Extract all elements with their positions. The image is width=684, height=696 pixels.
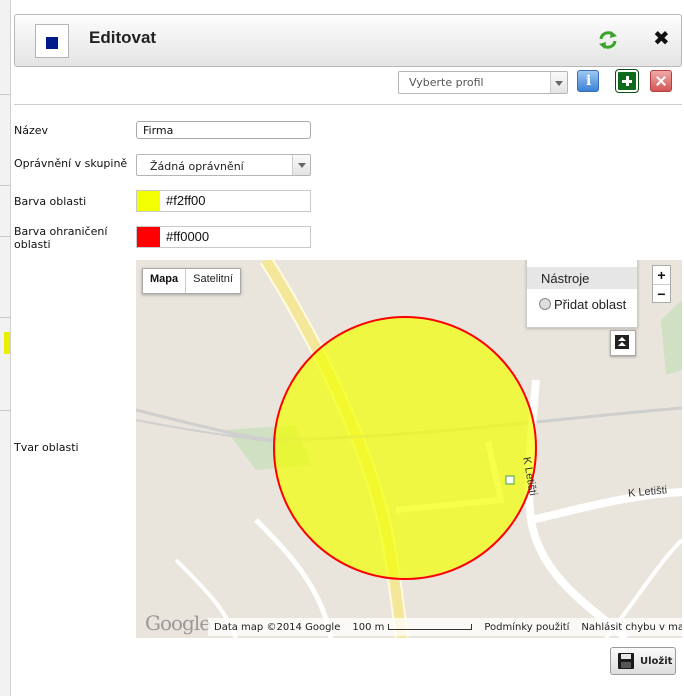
map-attribution-bar: Data map ©2014 Google 100 m Podmínky pou… bbox=[208, 618, 682, 636]
delete-button[interactable] bbox=[650, 70, 672, 92]
close-icon[interactable]: ✖ bbox=[653, 26, 670, 50]
chevron-down-icon bbox=[550, 72, 567, 93]
zoom-out-button[interactable]: − bbox=[653, 284, 670, 303]
collapse-icon bbox=[615, 335, 629, 349]
profile-select[interactable]: Vyberte profil bbox=[398, 71, 568, 94]
map-data-attribution: Data map ©2014 Google bbox=[214, 621, 341, 633]
collapse-panel-button[interactable] bbox=[610, 330, 636, 356]
strip-divider bbox=[0, 236, 10, 237]
permission-label: Oprávnění v skupině bbox=[14, 157, 128, 170]
area-color-swatch[interactable] bbox=[137, 191, 160, 211]
refresh-icon[interactable] bbox=[597, 29, 619, 51]
square-icon bbox=[35, 24, 69, 58]
permission-select[interactable]: Žádná oprávnění bbox=[136, 154, 311, 176]
profile-select-value: Vyberte profil bbox=[409, 76, 484, 89]
strip-highlight bbox=[4, 332, 10, 354]
border-color-value: #ff0000 bbox=[166, 229, 210, 244]
strip-divider bbox=[0, 317, 10, 318]
strip-divider bbox=[0, 185, 10, 186]
name-label: Název bbox=[14, 124, 49, 137]
tools-panel: Nástroje Přidat oblast bbox=[526, 260, 638, 328]
zoom-in-button[interactable]: + bbox=[653, 266, 670, 284]
border-color-field[interactable]: #ff0000 bbox=[136, 226, 311, 248]
permission-select-value: Žádná oprávnění bbox=[150, 160, 244, 173]
toolbar-divider bbox=[14, 104, 682, 105]
map-type-switch: Mapa Satelitní bbox=[142, 268, 241, 294]
name-input[interactable] bbox=[136, 121, 311, 139]
map-footer: Google Data map ©2014 Google 100 m Podmí… bbox=[136, 611, 682, 638]
map-terms-link[interactable]: Podmínky použití bbox=[478, 622, 575, 633]
map-report-link[interactable]: Nahlásit chybu v mapě bbox=[575, 622, 682, 633]
shape-label: Tvar oblasti bbox=[14, 441, 79, 454]
save-button[interactable]: Uložit bbox=[610, 647, 676, 675]
strip-divider bbox=[0, 410, 10, 411]
map-scale: 100 m bbox=[346, 622, 478, 633]
info-button[interactable] bbox=[577, 70, 599, 92]
map-type-satellite-button[interactable]: Satelitní bbox=[185, 269, 240, 293]
border-color-swatch[interactable] bbox=[137, 227, 160, 247]
google-logo: Google bbox=[145, 611, 211, 635]
map-canvas[interactable]: K Letišti K Letišti Mapa Satelitní Nástr… bbox=[136, 260, 682, 638]
map-type-map-button[interactable]: Mapa bbox=[143, 269, 185, 293]
dialog-title: Editovat bbox=[89, 28, 157, 47]
area-color-value: #f2ff00 bbox=[166, 193, 206, 208]
floppy-icon bbox=[618, 653, 634, 669]
strip-divider bbox=[0, 94, 10, 95]
chevron-down-icon bbox=[292, 155, 310, 175]
add-area-option[interactable]: Přidat oblast bbox=[539, 297, 626, 312]
add-button[interactable] bbox=[615, 69, 639, 93]
area-color-label: Barva oblasti bbox=[14, 195, 87, 208]
zoom-control: + − bbox=[652, 265, 671, 303]
dialog-header: Editovat ✖ bbox=[14, 14, 682, 67]
background-panel-strip bbox=[0, 0, 11, 696]
tools-title: Nástroje bbox=[527, 267, 637, 289]
border-color-label: Barva ohraničení oblasti bbox=[14, 225, 108, 251]
radio-icon[interactable] bbox=[539, 298, 551, 310]
area-color-field[interactable]: #f2ff00 bbox=[136, 190, 311, 212]
